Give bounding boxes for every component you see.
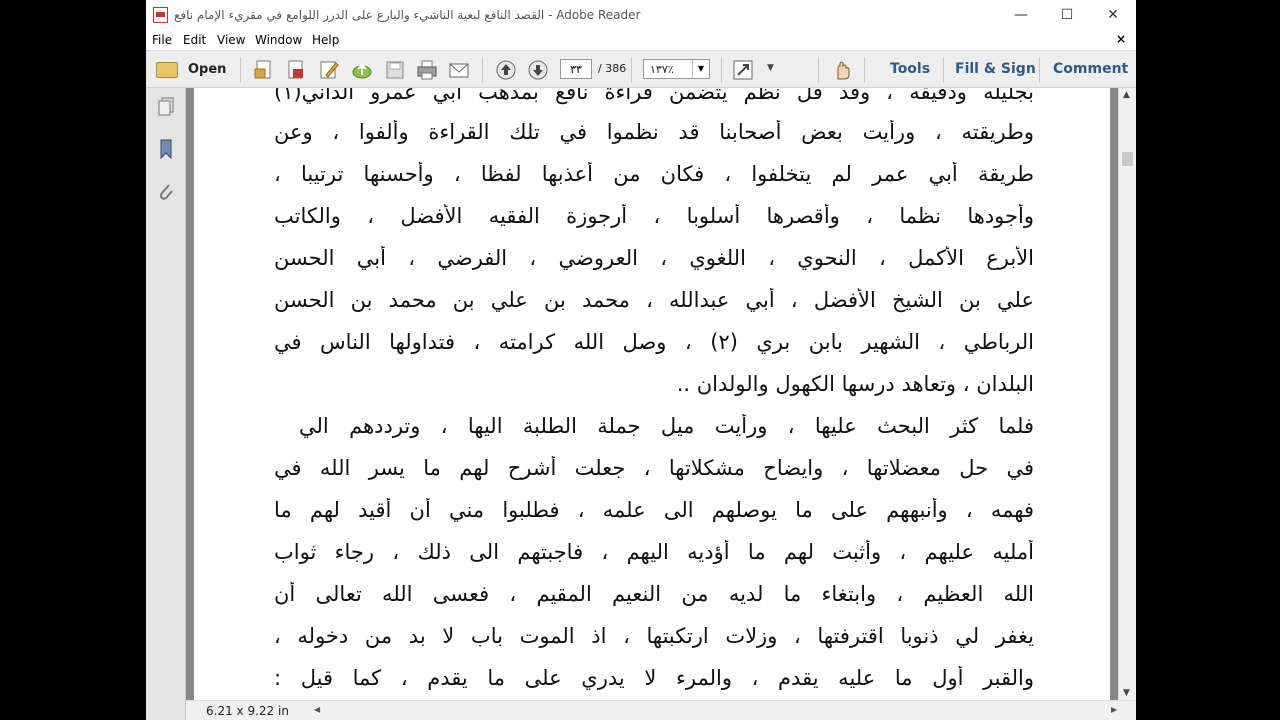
adobe-reader-window: القصد النافع لبغية الناشيء والبارع على ا… (146, 0, 1136, 720)
toolbar-separator (482, 57, 483, 83)
create-pdf-icon[interactable] (253, 59, 275, 81)
pages-panel-icon[interactable] (156, 96, 176, 118)
hand-tool-icon[interactable] (831, 59, 853, 81)
page-total: / 386 (598, 62, 627, 75)
attachments-panel-icon[interactable] (156, 180, 176, 202)
previous-page-icon[interactable] (495, 59, 517, 81)
fit-page-icon[interactable] (732, 59, 754, 81)
pdf-app-icon (153, 7, 168, 23)
fit-options-chevron-icon[interactable]: ▼ (767, 63, 774, 73)
toolbar-separator (864, 57, 865, 83)
toolbar-separator (1039, 57, 1040, 83)
window-title: القصد النافع لبغية الناشيء والبارع على ا… (174, 8, 641, 22)
menu-bar: File Edit View Window Help × (146, 30, 1136, 50)
minimize-button[interactable]: — (998, 0, 1044, 30)
folder-icon (156, 62, 178, 78)
title-bar: القصد النافع لبغية الناشيء والبارع على ا… (146, 0, 1136, 30)
next-page-icon[interactable] (527, 59, 549, 81)
edit-pdf-icon[interactable] (318, 59, 340, 81)
menu-help[interactable]: Help (312, 33, 339, 47)
menu-edit[interactable]: Edit (183, 33, 206, 47)
upload-cloud-icon[interactable] (351, 59, 373, 81)
chevron-down-icon: ▼ (692, 60, 709, 78)
print-icon[interactable] (416, 59, 438, 81)
text-line: الله العظيم ، وابتغاء ما لديه من النعيم … (274, 582, 1034, 606)
text-line: البلدان ، وتعاهد درسها الكهول والولدان .… (676, 372, 1034, 396)
fill-sign-button[interactable]: Fill & Sign (955, 61, 1036, 77)
text-line: طريقة أبي عمر لم يتخلفوا ، فكان من أعذبه… (274, 162, 1034, 186)
text-line: بجليله ودقيقه ، وقد قل نظم يتضمن قراءة ن… (274, 88, 1034, 104)
horizontal-scrollbar[interactable] (326, 704, 1106, 717)
open-button[interactable]: Open (154, 58, 226, 82)
tools-button[interactable]: Tools (890, 61, 930, 77)
text-line: علي بن الشيخ الأفضل ، أبي عبدالله ، محمد… (274, 288, 1034, 312)
text-line: وأجودها نظما ، وأقصرها أسلوبا ، أرجوزة ا… (274, 204, 1034, 228)
menu-file[interactable]: File (152, 33, 172, 47)
toolbar-separator (631, 57, 632, 83)
text-line: الأبرع الأكمل ، النحوي ، اللغوي ، العروض… (274, 246, 1034, 270)
bookmarks-panel-icon[interactable] (156, 138, 176, 160)
text-line: يغفر لي ذنوبا اقترفتها ، وزلات ارتكبتها … (274, 624, 1034, 648)
scroll-down-icon[interactable]: ▼ (1123, 688, 1130, 698)
vertical-scrollbar[interactable]: ▲ ▼ (1118, 88, 1136, 700)
text-line: أمليه عليهم ، وأثبت لهم ما أؤديه اليهم ،… (274, 540, 1034, 564)
save-icon[interactable] (384, 59, 406, 81)
menu-view[interactable]: View (217, 33, 245, 47)
scroll-up-icon[interactable]: ▲ (1123, 90, 1130, 100)
navigation-pane (146, 88, 186, 720)
maximize-button[interactable]: ☐ (1044, 0, 1090, 30)
text-line: وطريقته ، ورأيت بعض أصحابنا قد نظموا في … (274, 120, 1034, 144)
text-line: في حل معضلاتها ، وايضاح مشكلاتها ، جعلت … (274, 456, 1034, 480)
text-line: فهمه ، وأنبههم على ما يوصلهم الى علمه ، … (274, 498, 1034, 522)
status-bar: 6.21 x 9.22 in ◀ ▶ (186, 700, 1136, 720)
text-line: الرباطي ، الشهير بابن بري (٢) ، وصل الله… (274, 330, 1034, 354)
comment-button[interactable]: Comment (1053, 61, 1128, 77)
scroll-thumb[interactable] (1122, 152, 1133, 166)
open-label: Open (188, 62, 227, 77)
text-line: والقبر أول ما عليه يقدم ، والمرء لا يدري… (274, 666, 1034, 690)
pdf-page: بجليله ودقيقه ، وقد قل نظم يتضمن قراءة ن… (194, 88, 1110, 700)
email-icon[interactable] (448, 59, 470, 81)
text-line: فلما كثر البحث عليها ، ورأيت ميل جملة ال… (299, 414, 1034, 438)
close-button[interactable]: ✕ (1090, 0, 1136, 30)
document-close-icon[interactable]: × (1116, 32, 1126, 46)
export-pdf-icon[interactable] (285, 59, 307, 81)
scroll-right-icon[interactable]: ▶ (1111, 705, 1117, 714)
page-size-label: 6.21 x 9.22 in (206, 704, 289, 718)
zoom-select[interactable]: ١٣٧٪ ▼ (643, 59, 710, 79)
toolbar: Open ٣٣ / 386 ١٣٧٪ ▼ ▼ Tools Fill & Sign… (146, 50, 1136, 88)
page-number-input[interactable]: ٣٣ (560, 59, 592, 79)
toolbar-separator (721, 57, 722, 83)
toolbar-separator (818, 57, 819, 83)
menu-window[interactable]: Window (255, 33, 302, 47)
toolbar-separator (943, 57, 944, 83)
toolbar-separator (240, 57, 241, 83)
scroll-left-icon[interactable]: ◀ (314, 705, 320, 714)
document-area[interactable]: بجليله ودقيقه ، وقد قل نظم يتضمن قراءة ن… (186, 88, 1118, 700)
zoom-value: ١٣٧٪ (650, 63, 674, 76)
